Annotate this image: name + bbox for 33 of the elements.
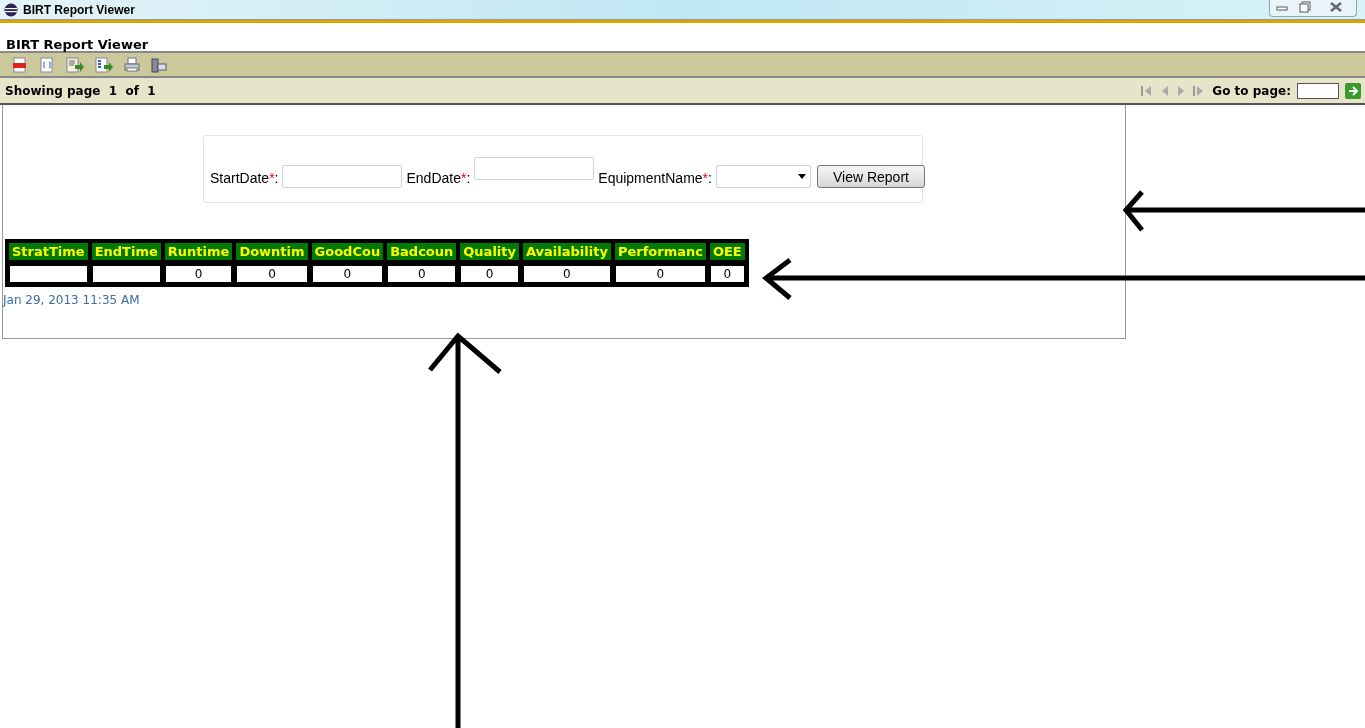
parameter-label: StartDate*: xyxy=(210,170,279,186)
page-status: Showing page 1 of 1 xyxy=(5,83,156,98)
go-to-page-label: Go to page: xyxy=(1212,83,1291,98)
dropdown-caret-icon xyxy=(797,174,806,179)
column-header: OEE xyxy=(707,241,747,263)
column-header: StratTime xyxy=(7,241,90,263)
column-header: Runtime xyxy=(162,241,235,263)
window-title: BIRT Report Viewer xyxy=(23,2,135,17)
column-header: GoodCou xyxy=(309,241,386,263)
table-cell: 0 xyxy=(458,263,521,285)
export-report-icon[interactable] xyxy=(95,56,113,73)
toc-icon[interactable] xyxy=(12,56,28,73)
table-cell: 0 xyxy=(521,263,613,285)
column-header: EndTime xyxy=(89,241,163,263)
table-cell: 0 xyxy=(234,263,310,285)
column-header: Downtim xyxy=(234,241,310,263)
printer-icon[interactable] xyxy=(124,56,140,73)
column-header: Badcoun xyxy=(385,241,459,263)
previous-page-icon[interactable] xyxy=(1160,84,1171,97)
app-title: BIRT Report Viewer xyxy=(6,37,149,52)
report-timestamp: Jan 29, 2013 11:35 AM xyxy=(3,293,140,307)
export-data-icon[interactable] xyxy=(66,56,84,73)
app-logo-icon xyxy=(4,2,18,17)
column-header: Availability xyxy=(521,241,613,263)
view-report-button[interactable]: View Report xyxy=(816,165,925,188)
parameter-label: EndDate*: xyxy=(406,170,471,186)
go-button[interactable] xyxy=(1345,82,1361,99)
parameter-label: EquipmentName*: xyxy=(598,170,712,186)
column-header: Quality xyxy=(458,241,521,263)
column-header: Performanc xyxy=(612,241,708,263)
page-number-field[interactable] xyxy=(1297,82,1339,99)
date-field[interactable] xyxy=(474,157,595,180)
date-field[interactable] xyxy=(282,165,403,188)
